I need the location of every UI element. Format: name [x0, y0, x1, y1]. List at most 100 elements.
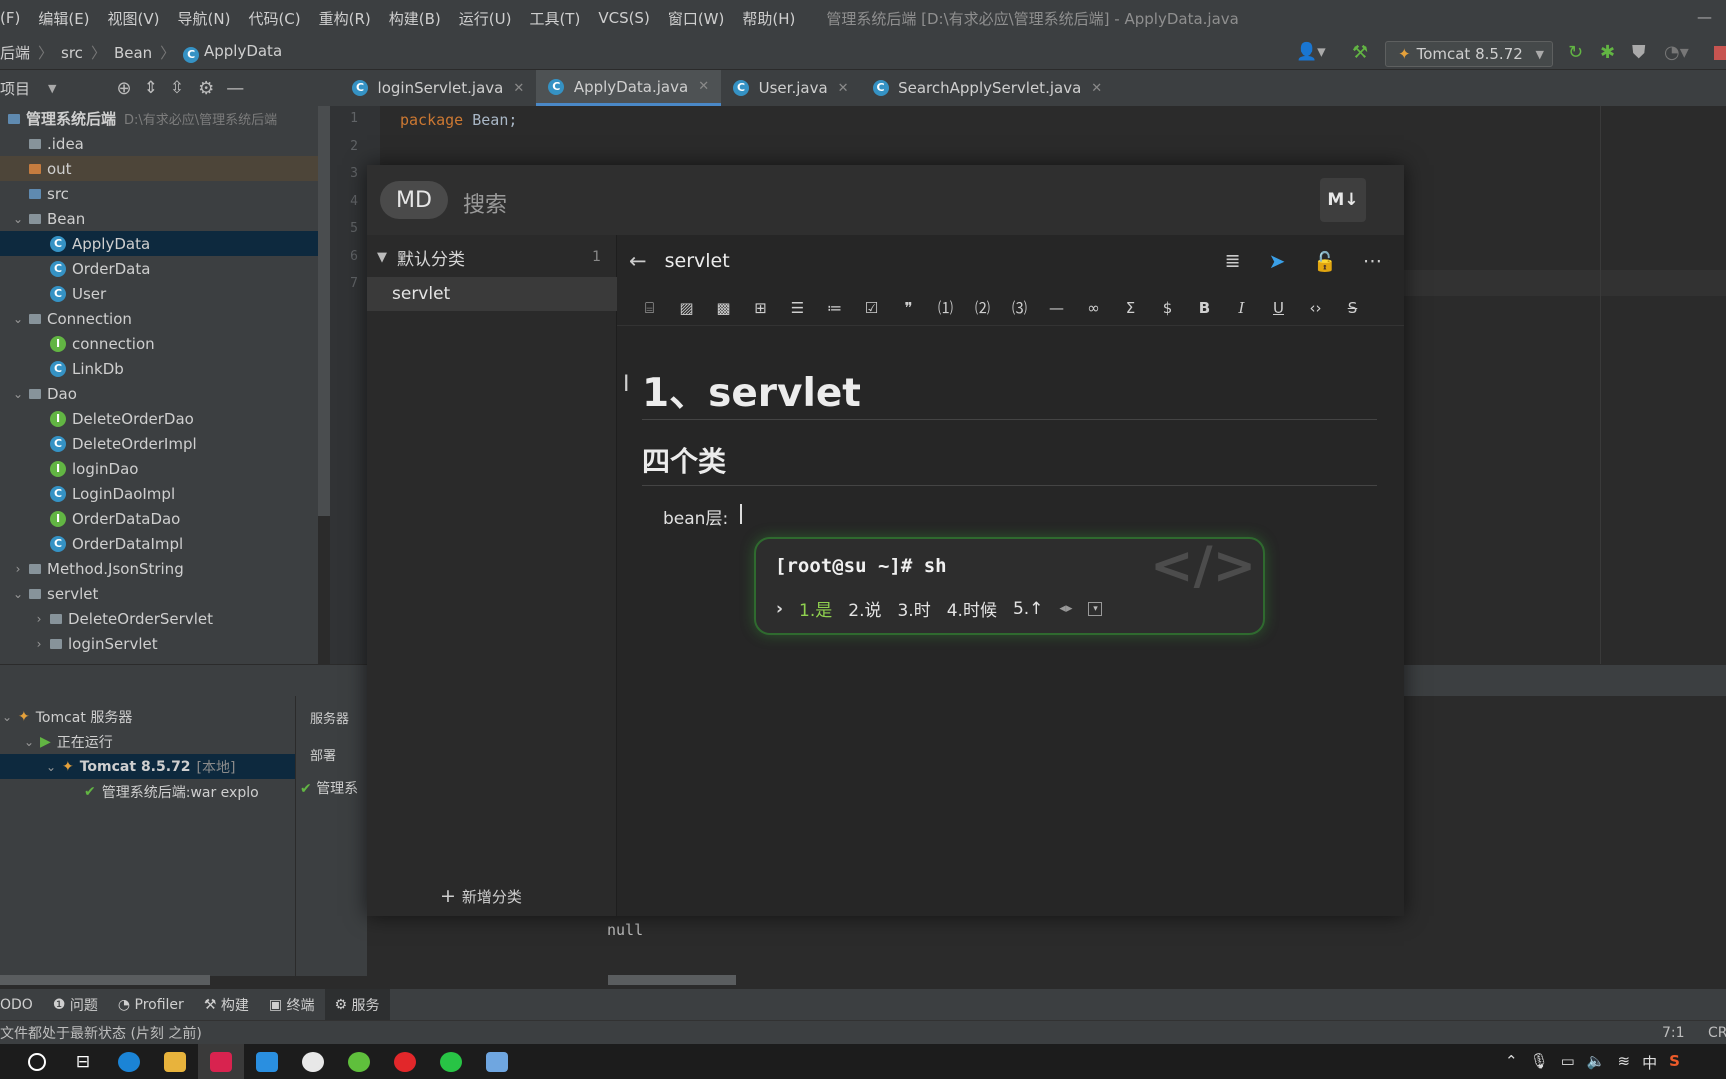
service-tree-item[interactable]: ✔ 管理系统后端:war explo: [0, 779, 295, 804]
code-line-1[interactable]: package Bean;: [400, 111, 517, 129]
heading-2[interactable]: 四个类: [642, 440, 726, 480]
tab-deploy[interactable]: 部署: [310, 745, 336, 764]
wechat-icon[interactable]: [428, 1044, 474, 1079]
tab-applydata[interactable]: C ApplyData.java ✕: [536, 70, 722, 106]
chevron-down-icon[interactable]: ⌄: [11, 312, 25, 326]
locate-icon[interactable]: ⊕: [116, 78, 131, 99]
menu-view[interactable]: 视图(V): [99, 8, 169, 29]
close-icon[interactable]: ✕: [513, 81, 524, 96]
service-tree-item[interactable]: ⌄ ▶ 正在运行: [0, 729, 295, 754]
image-upload-icon[interactable]: ▩: [711, 295, 736, 320]
tree-scrollbar[interactable]: [318, 106, 330, 516]
ime-candidate[interactable]: 2.说: [848, 596, 881, 621]
menu-run[interactable]: 运行(U): [450, 8, 521, 29]
code-block-icon[interactable]: ⌸: [637, 295, 662, 320]
chevron-down-icon[interactable]: ⌄: [22, 735, 36, 749]
close-icon[interactable]: ✕: [838, 81, 849, 96]
tree-item[interactable]: I DeleteOrderDao: [0, 406, 318, 431]
page-arrows-icon[interactable]: ◂▸: [1059, 601, 1072, 616]
image-icon[interactable]: ▨: [674, 295, 699, 320]
chevron-down-icon[interactable]: ⌄: [11, 387, 25, 401]
heading-2-icon[interactable]: ⑵: [970, 295, 995, 320]
stop-icon[interactable]: [1714, 46, 1726, 60]
search-icon[interactable]: [14, 1044, 60, 1079]
tree-item[interactable]: .idea: [0, 131, 318, 156]
md-badge[interactable]: MD: [380, 181, 448, 219]
sigma-icon[interactable]: Σ: [1118, 295, 1143, 320]
outline-icon[interactable]: ≣: [1225, 250, 1241, 272]
tab-searchapplyservlet[interactable]: C SearchApplyServlet.java ✕: [861, 70, 1115, 106]
menu-window[interactable]: 窗口(W): [659, 8, 734, 29]
send-icon[interactable]: ➤: [1269, 249, 1286, 273]
tab-loginservlet[interactable]: C loginServlet.java ✕: [340, 70, 536, 106]
tree-item[interactable]: › loginServlet: [0, 631, 318, 656]
menu-vcs[interactable]: VCS(S): [589, 9, 658, 27]
output-scrollbar[interactable]: [608, 975, 736, 985]
collapse-all-icon[interactable]: ⇳: [170, 78, 184, 98]
tree-item[interactable]: C User: [0, 281, 318, 306]
chevron-right-icon[interactable]: ›: [11, 562, 25, 576]
ime-indicator-icon[interactable]: 中: [1642, 1052, 1657, 1073]
close-icon[interactable]: ✕: [1091, 81, 1102, 96]
crumb-bean[interactable]: Bean: [106, 44, 160, 62]
explorer-icon[interactable]: [152, 1044, 198, 1079]
task-list-icon[interactable]: ☑: [859, 295, 884, 320]
tab-profiler[interactable]: ◔ Profiler: [108, 989, 194, 1021]
heading-3-icon[interactable]: ⑶: [1007, 295, 1032, 320]
markdown-toggle-button[interactable]: M↓: [1320, 178, 1366, 222]
tree-item[interactable]: C LoginDaoImpl: [0, 481, 318, 506]
category-header[interactable]: ▼ 默认分类 1: [367, 240, 617, 274]
menu-tools[interactable]: 工具(T): [520, 8, 589, 29]
hide-icon[interactable]: —: [226, 78, 244, 99]
volume-icon[interactable]: 🔈: [1587, 1052, 1606, 1073]
horizontal-rule-icon[interactable]: —: [1044, 295, 1069, 320]
service-tree-item[interactable]: ⌄ ✦ Tomcat 8.5.72 [本地]: [0, 754, 295, 779]
chevron-down-icon[interactable]: ⌄: [44, 760, 58, 774]
heading-1-icon[interactable]: ⑴: [933, 295, 958, 320]
more-horizontal-icon[interactable]: ⋯: [1363, 250, 1382, 272]
tree-item[interactable]: C LinkDb: [0, 356, 318, 381]
ime-candidate[interactable]: 3.时: [897, 596, 930, 621]
menu-refactor[interactable]: 重构(R): [310, 8, 380, 29]
menu-edit[interactable]: 编辑(E): [29, 8, 98, 29]
back-arrow-icon[interactable]: ←: [629, 249, 647, 273]
minimize-icon[interactable]: —: [1697, 8, 1712, 26]
chevron-right-icon[interactable]: ›: [776, 599, 783, 619]
note-list-item[interactable]: servlet: [367, 277, 617, 311]
tree-item[interactable]: Iconnection: [0, 331, 318, 356]
dollar-icon[interactable]: $: [1155, 295, 1180, 320]
menu-navigate[interactable]: 导航(N): [169, 8, 240, 29]
wifi-icon[interactable]: ≋: [1618, 1052, 1631, 1073]
menu-file[interactable]: (F): [0, 9, 29, 27]
build-hammer-icon[interactable]: ⚒: [1352, 42, 1368, 63]
tree-item[interactable]: C ApplyData: [0, 231, 318, 256]
tree-item[interactable]: ⌄ Bean: [0, 206, 318, 231]
intellij-icon[interactable]: [198, 1044, 244, 1079]
tab-todo[interactable]: ODO: [0, 989, 43, 1021]
edge-icon[interactable]: [106, 1044, 152, 1079]
add-category-button[interactable]: + 新增分类: [440, 885, 522, 907]
tree-item[interactable]: › DeleteOrderServlet: [0, 606, 318, 631]
task-view-icon[interactable]: ⊟: [60, 1044, 106, 1079]
vscode-icon[interactable]: [244, 1044, 290, 1079]
tab-problems[interactable]: ❶ 问题: [43, 989, 108, 1021]
ordered-list-icon[interactable]: ≔: [822, 295, 847, 320]
menu-help[interactable]: 帮助(H): [733, 8, 804, 29]
quote-icon[interactable]: ❞: [896, 295, 921, 320]
underline-icon[interactable]: U: [1266, 295, 1291, 320]
chevron-down-icon[interactable]: ▼: [48, 82, 56, 95]
tab-user[interactable]: C User.java ✕: [721, 70, 860, 106]
chat-icon[interactable]: [290, 1044, 336, 1079]
profile-icon[interactable]: ◔▾: [1664, 42, 1689, 63]
deploy-item[interactable]: ✔ 管理系: [300, 778, 358, 798]
tab-terminal[interactable]: ▣ 终端: [259, 989, 325, 1021]
coverage-icon[interactable]: ⛊: [1632, 42, 1646, 63]
tree-item[interactable]: C OrderData: [0, 256, 318, 281]
chevron-right-icon[interactable]: ›: [32, 612, 46, 626]
netease-music-icon[interactable]: [382, 1044, 428, 1079]
crumb-applydata[interactable]: C ApplyData: [175, 42, 290, 63]
sogou-icon[interactable]: S: [1669, 1052, 1680, 1073]
ime-candidate[interactable]: 4.时候: [947, 596, 997, 621]
lock-icon[interactable]: 🔓: [1313, 250, 1337, 273]
italic-icon[interactable]: I: [1229, 295, 1254, 320]
